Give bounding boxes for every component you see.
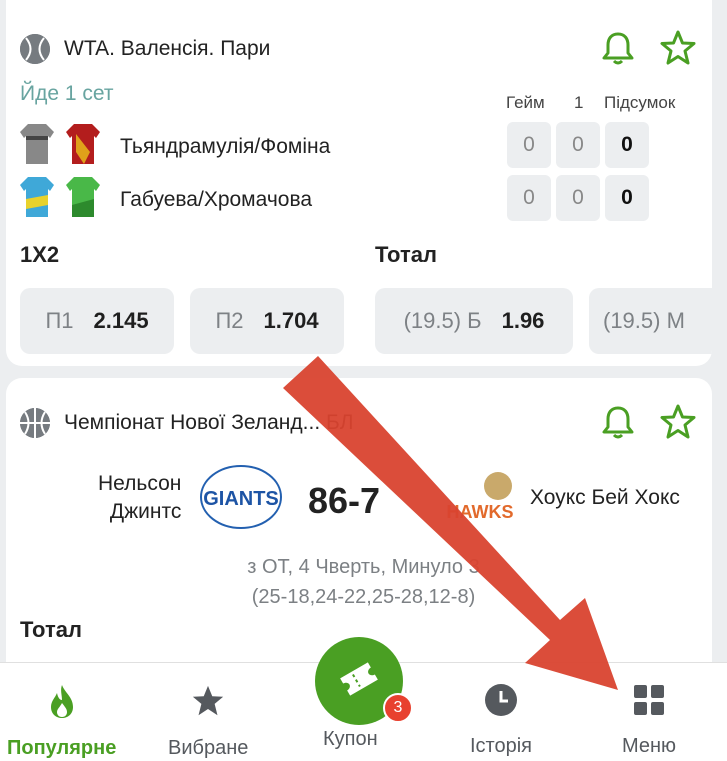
ticket-icon xyxy=(337,661,381,702)
odd-label: П1 xyxy=(45,308,74,333)
odd-value: 1.704 xyxy=(263,308,319,333)
home-team-logo: GIANTS xyxy=(200,464,282,530)
odd-button-p1[interactable]: П1 2.145 xyxy=(20,288,174,354)
nav-label: Історія xyxy=(470,735,533,757)
market-label-1x2: 1X2 xyxy=(20,242,60,267)
home-logo-text: GIANTS xyxy=(203,488,279,510)
nav-label: Вибране xyxy=(168,737,249,759)
score-total-cell: 0 xyxy=(605,122,649,168)
league-title: WTA. Валенсія. Пари xyxy=(64,37,271,60)
coupon-count-badge: 3 xyxy=(383,693,413,723)
score-total-cell: 0 xyxy=(605,175,649,221)
nav-item-favorites[interactable]: Вибране xyxy=(168,683,248,760)
match-score: 86-7 xyxy=(308,480,381,521)
home-team-line1: Нельсон xyxy=(98,472,182,495)
star-icon[interactable] xyxy=(658,402,698,442)
bell-icon[interactable] xyxy=(598,402,638,442)
score-cell: 0 xyxy=(556,122,600,168)
team-row: Тьяндрамулія/Фоміна xyxy=(20,122,330,171)
match-card-tennis[interactable]: WTA. Валенсія. Пари Йде 1 сет Гейм 1 Під… xyxy=(6,0,712,366)
team-name: Габуева/Хромачова xyxy=(120,187,313,211)
odd-button-under[interactable]: (19.5) М xyxy=(589,288,712,354)
grid-icon xyxy=(632,683,666,723)
jersey-icon xyxy=(66,175,100,224)
bell-icon[interactable] xyxy=(598,28,638,68)
market-label-total: Тотал xyxy=(20,617,82,642)
league-row: WTA. Валенсія. Пари xyxy=(20,34,270,64)
star-icon[interactable] xyxy=(658,28,698,68)
nav-label: Меню xyxy=(622,735,677,757)
nav-label-coupon: Купон xyxy=(323,728,378,750)
home-team-name: Нельсон Джинтс xyxy=(98,470,181,526)
tennis-ball-icon xyxy=(20,34,50,64)
score-cell: 0 xyxy=(507,175,551,221)
nav-item-history[interactable]: Історія xyxy=(470,683,532,758)
team-name: Тьяндрамулія/Фоміна xyxy=(120,134,331,158)
jersey-icon xyxy=(66,122,100,171)
odd-button-p2[interactable]: П2 1.704 xyxy=(190,288,344,354)
match-info-line1: з ОТ, 4 Чверть, Минуло 3 xyxy=(247,556,480,578)
away-team-logo: HAWKS xyxy=(440,468,520,528)
team-row: Габуева/Хромачова xyxy=(20,175,312,224)
odd-button-over[interactable]: (19.5) Б 1.96 xyxy=(375,288,573,354)
match-info-line2: (25-18,24-22,25-28,12-8) xyxy=(251,586,476,608)
odd-label: (19.5) Б xyxy=(403,308,482,333)
nav-item-menu[interactable]: Меню xyxy=(622,683,676,758)
clock-icon xyxy=(484,683,518,723)
market-label-total: Тотал xyxy=(375,242,437,267)
league-title: Чемпіонат Нової Зеланд... БЛ xyxy=(64,411,354,434)
odd-value: 1.96 xyxy=(501,308,545,333)
score-cell: 0 xyxy=(507,122,551,168)
flame-icon xyxy=(47,683,77,725)
score-header-total: Підсумок xyxy=(604,93,676,112)
nav-item-popular[interactable]: Популярне xyxy=(7,683,116,760)
jersey-icon xyxy=(20,175,54,224)
jersey-icon xyxy=(20,122,54,171)
star-icon xyxy=(190,683,226,725)
away-logo-text: HAWKS xyxy=(447,502,514,522)
league-row: Чемпіонат Нової Зеланд... БЛ xyxy=(20,408,354,438)
score-header-game: Гейм xyxy=(506,93,545,112)
odd-value: 2.145 xyxy=(93,308,149,333)
odd-label: П2 xyxy=(215,308,244,333)
score-header-set1: 1 xyxy=(574,93,584,112)
away-team-name: Хоукс Бей Хокс xyxy=(530,486,680,509)
home-team-line2: Джинтс xyxy=(109,500,182,523)
match-status: Йде 1 сет xyxy=(20,82,114,105)
odd-label: (19.5) М xyxy=(603,308,685,333)
basketball-icon xyxy=(20,408,50,438)
nav-label: Популярне xyxy=(7,737,117,759)
match-card-basketball[interactable]: Чемпіонат Нової Зеланд... БЛ xyxy=(6,378,712,678)
score-cell: 0 xyxy=(556,175,600,221)
